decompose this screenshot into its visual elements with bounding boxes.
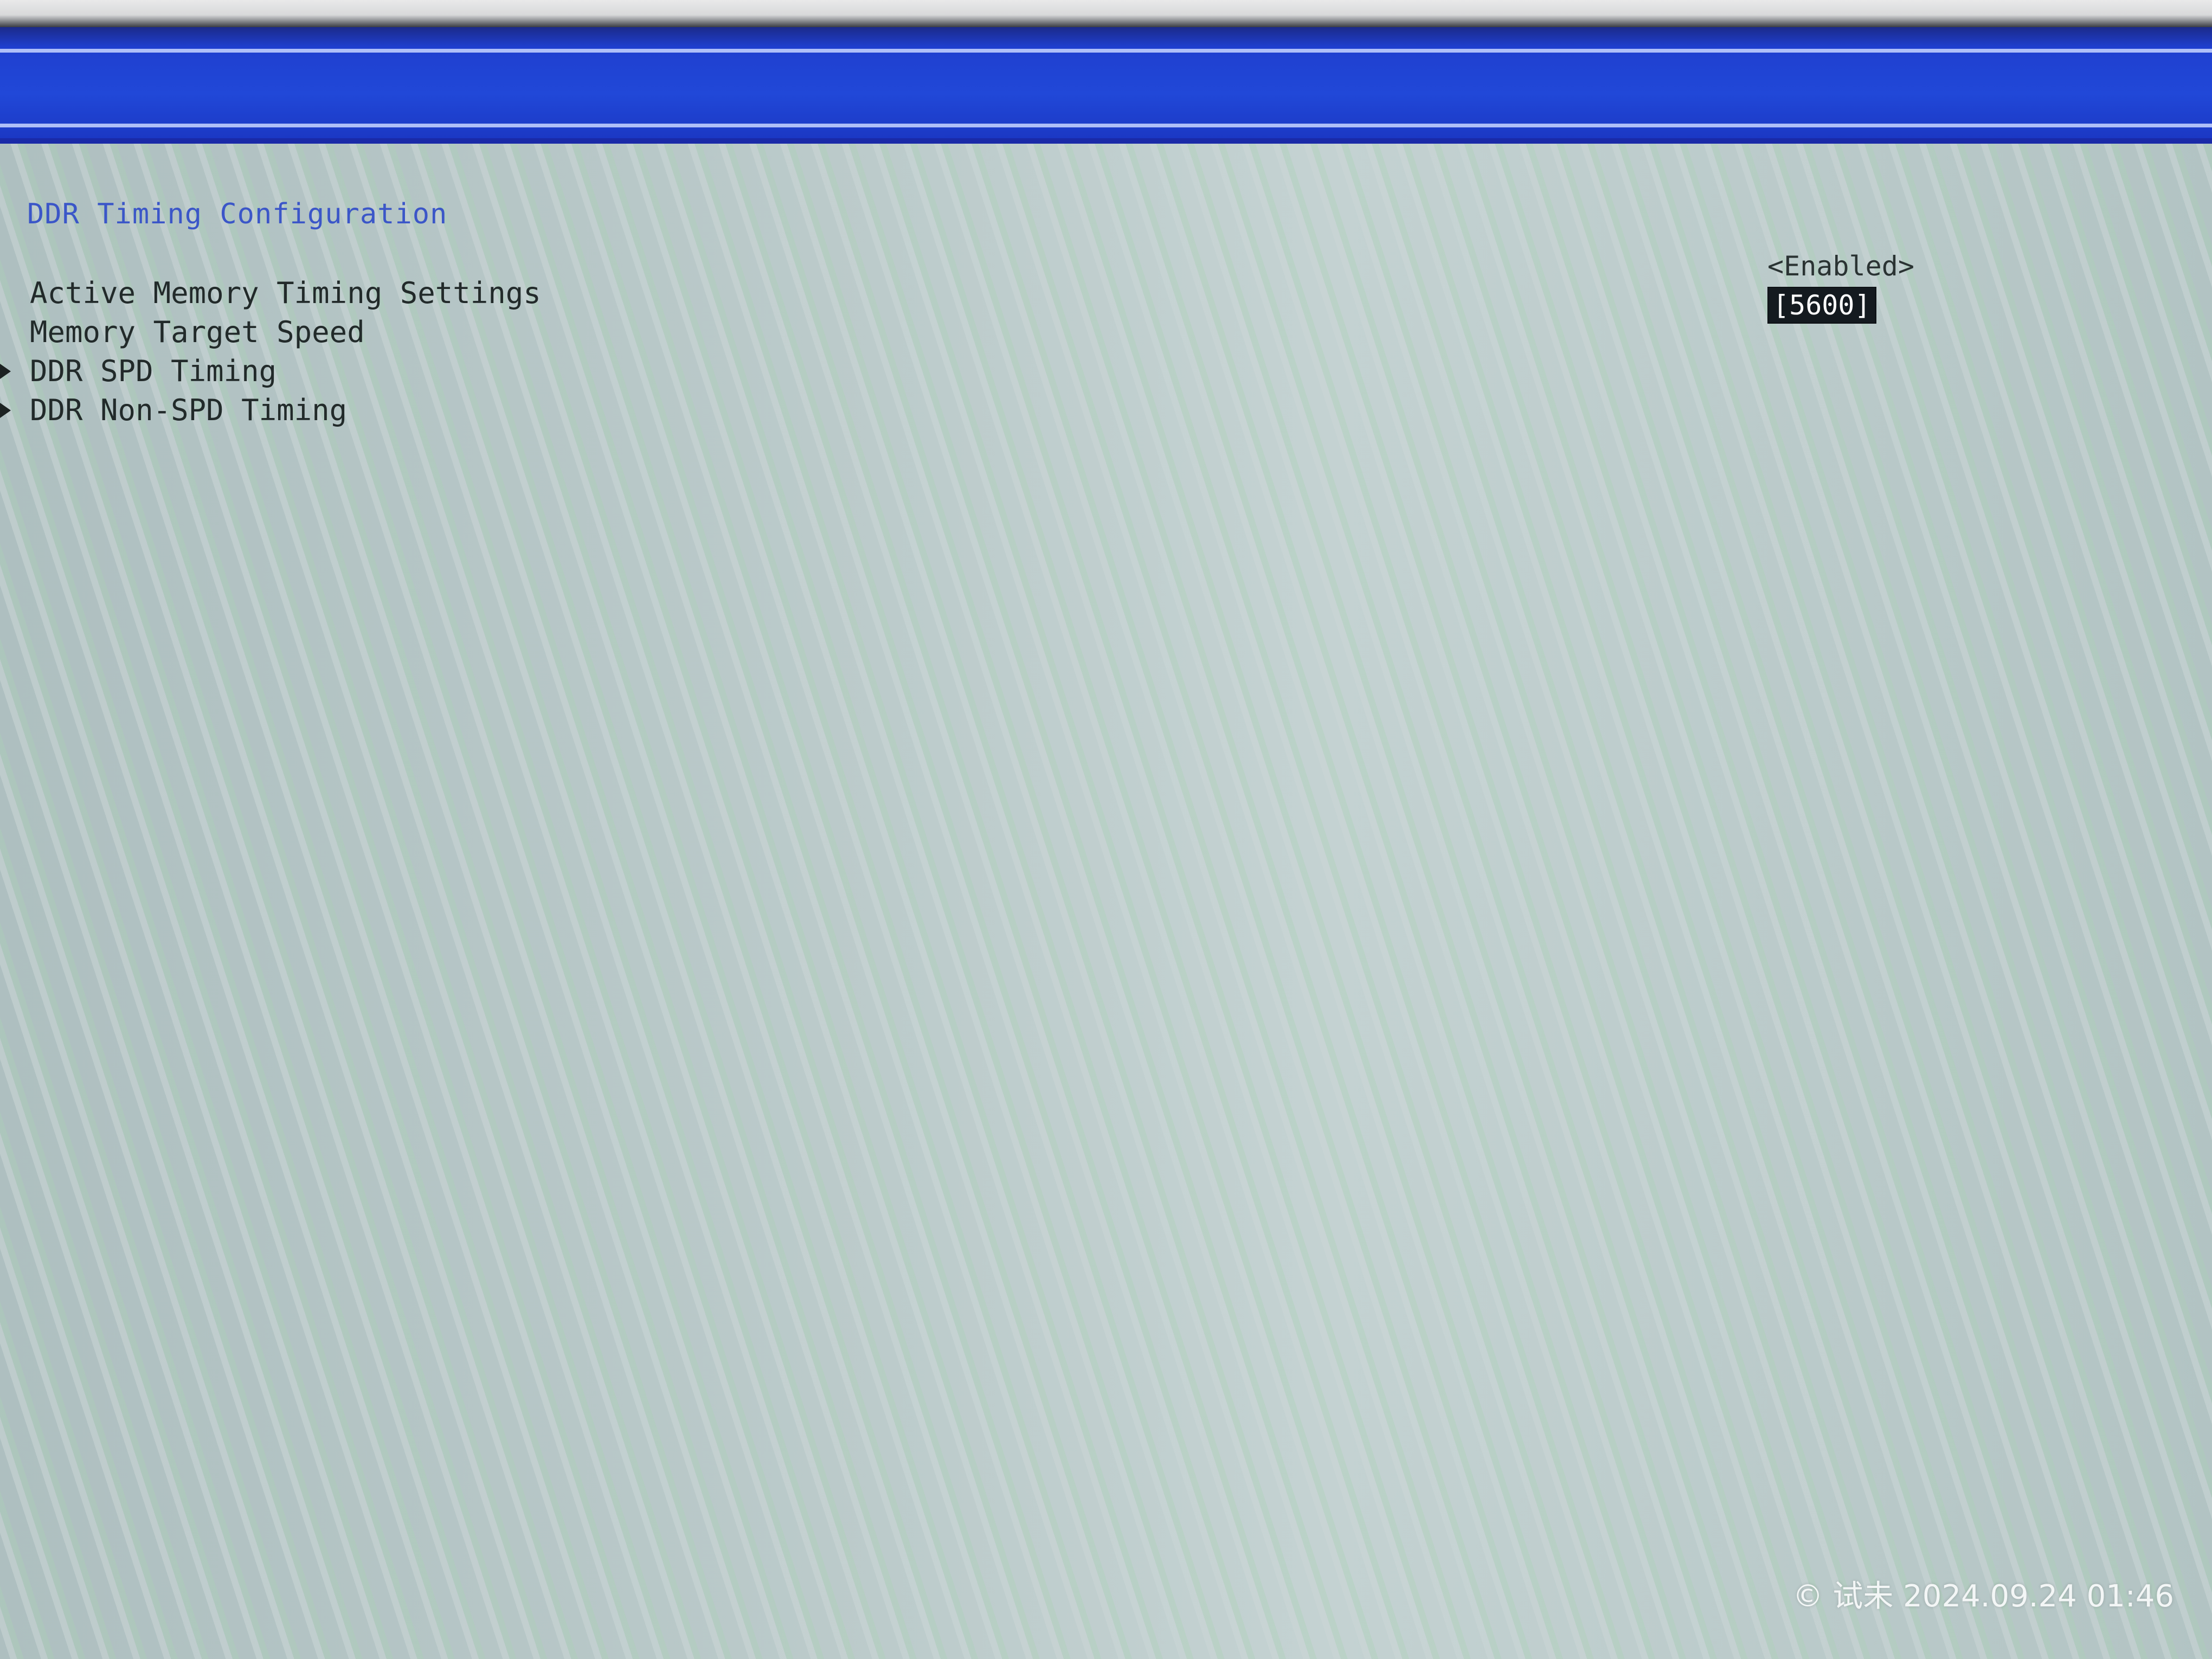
settings-values: <Enabled> [5600]: [1767, 247, 2093, 325]
camera-watermark: © 试未 2024.09.24 01:46: [1792, 1579, 2174, 1614]
menu-item-label: DDR Non-SPD Timing: [30, 393, 348, 427]
menu-item-memory-target-speed[interactable]: Memory Target Speed: [0, 313, 867, 352]
menu-item-ddr-spd-timing[interactable]: DDR SPD Timing: [0, 352, 867, 391]
menu-item-label: Active Memory Timing Settings: [30, 276, 541, 310]
bios-content-panel: DDR Timing Configuration Active Memory T…: [0, 144, 2212, 1659]
settings-menu: Active Memory Timing Settings Memory Tar…: [0, 274, 867, 430]
menu-item-label: Memory Target Speed: [30, 315, 365, 349]
bios-title-bar: [0, 27, 2212, 144]
submenu-arrow-icon: [0, 364, 11, 379]
title-bar-bottom-rule: [0, 124, 2212, 127]
value-memory-target-speed[interactable]: [5600]: [1767, 286, 2093, 325]
submenu-arrow-icon: [0, 403, 11, 418]
title-bar-top-rule: [0, 49, 2212, 53]
menu-item-label: DDR SPD Timing: [30, 354, 277, 388]
value-active-memory-timing-settings[interactable]: <Enabled>: [1767, 247, 2093, 286]
option-value: <Enabled>: [1767, 250, 1914, 282]
menu-item-ddr-non-spd-timing[interactable]: DDR Non-SPD Timing: [0, 391, 867, 430]
monitor-bezel: [0, 0, 2212, 27]
page-title: DDR Timing Configuration: [27, 198, 448, 230]
menu-item-active-memory-timing-settings[interactable]: Active Memory Timing Settings: [0, 274, 867, 313]
selected-option-value: [5600]: [1767, 287, 1876, 324]
